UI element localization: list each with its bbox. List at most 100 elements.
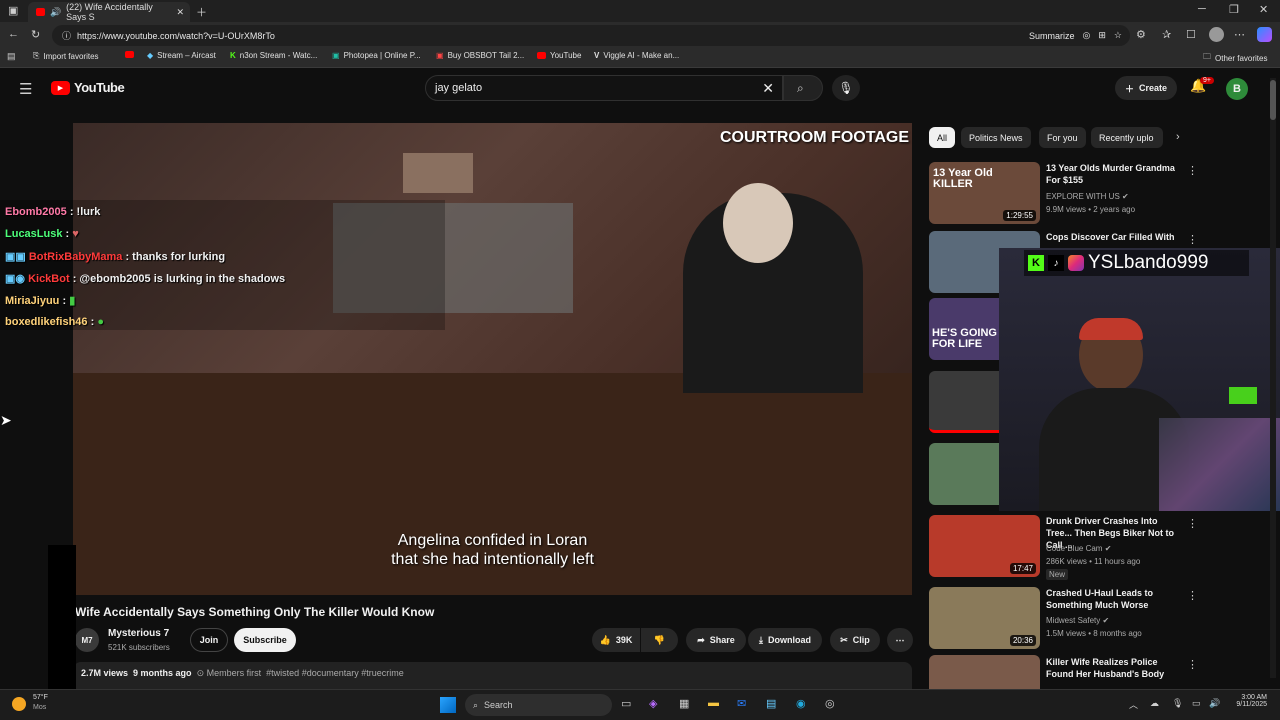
chip-recently-uploaded[interactable]: Recently uplo bbox=[1091, 127, 1163, 148]
share-button[interactable]: ➦ Share bbox=[686, 628, 746, 652]
weather-temp[interactable]: 57°F bbox=[33, 694, 48, 701]
video-description[interactable]: 2.7M views 9 months ago ⊙ Members first … bbox=[73, 662, 912, 689]
scrollbar-thumb[interactable] bbox=[1270, 80, 1276, 120]
photos-icon[interactable]: ▤ bbox=[766, 697, 776, 710]
video-title: Wife Accidentally Says Something Only Th… bbox=[75, 605, 435, 619]
rec-thumbnail[interactable] bbox=[929, 655, 1040, 689]
rec-menu-icon[interactable]: ⋮ bbox=[1187, 658, 1198, 671]
sidebar-toggle-icon[interactable]: ▤ bbox=[7, 51, 16, 62]
back-icon[interactable]: ← bbox=[8, 28, 19, 40]
url-field[interactable]: ⓘ https://www.youtube.com/watch?v=U-OUrX… bbox=[52, 25, 1130, 46]
hamburger-menu-icon[interactable]: ☰ bbox=[19, 80, 32, 98]
rec-title[interactable]: 13 Year Olds Murder Grandma For $155 bbox=[1046, 162, 1184, 186]
favorites-icon[interactable]: ✰ bbox=[1162, 28, 1171, 41]
collections-icon[interactable]: ☐ bbox=[1186, 28, 1196, 41]
maximize-icon[interactable]: ❐ bbox=[1229, 3, 1239, 16]
bookmark-n3on[interactable]: Kn3on Stream - Watc... bbox=[230, 51, 317, 60]
bookmark-photopea[interactable]: ▣ Photopea | Online P... bbox=[332, 51, 421, 60]
apps-icon[interactable]: ⊞ bbox=[1098, 30, 1106, 41]
emote-icon: ● bbox=[97, 316, 104, 328]
obs-icon[interactable]: ◎ bbox=[825, 697, 835, 710]
tray-chevron-icon[interactable]: ︿ bbox=[1129, 698, 1138, 711]
search-button[interactable]: ⌕ bbox=[783, 75, 823, 101]
outlook-icon[interactable]: ✉ bbox=[737, 697, 746, 710]
chips-next-icon[interactable]: › bbox=[1176, 131, 1180, 143]
clip-button[interactable]: ✂ Clip bbox=[830, 628, 880, 652]
clock[interactable]: 3:00 AM 9/11/2025 bbox=[1225, 694, 1267, 708]
copilot-sidebar-icon[interactable] bbox=[1257, 27, 1272, 42]
refresh-icon[interactable]: ↻ bbox=[31, 28, 40, 41]
like-button[interactable]: 👍 39K bbox=[592, 628, 640, 652]
profile-avatar[interactable] bbox=[1209, 27, 1224, 42]
rec-thumbnail[interactable]: 20:36 bbox=[929, 587, 1040, 649]
summarize-button[interactable]: Summarize bbox=[1029, 31, 1075, 41]
subscribe-button[interactable]: Subscribe bbox=[234, 628, 296, 652]
volume-icon[interactable]: 🔊 bbox=[1209, 698, 1220, 709]
task-view-icon[interactable]: ▭ bbox=[621, 697, 631, 710]
rec-title[interactable]: Cops Discover Car Filled With bbox=[1046, 231, 1184, 243]
close-tab-icon[interactable]: ✕ bbox=[176, 7, 184, 18]
rec-meta: 286K views • 11 hours ago bbox=[1046, 557, 1141, 566]
display-icon[interactable]: ▭ bbox=[1192, 698, 1201, 709]
verified-icon: ✔ bbox=[1104, 544, 1112, 553]
dislike-button[interactable]: 👎 bbox=[641, 628, 678, 652]
browser-tab-active[interactable]: 🔊 (22) Wife Accidentally Says S ✕ bbox=[28, 2, 190, 22]
rec-title[interactable]: Crashed U-Haul Leads to Something Much W… bbox=[1046, 587, 1184, 611]
rec-menu-icon[interactable]: ⋮ bbox=[1187, 233, 1198, 246]
close-window-icon[interactable]: ✕ bbox=[1259, 3, 1268, 16]
more-menu-icon[interactable]: ⋯ bbox=[1234, 28, 1245, 41]
copilot-app-icon[interactable]: ◈ bbox=[649, 697, 657, 710]
search-input[interactable]: jay gelato ✕ bbox=[425, 75, 783, 101]
minimize-icon[interactable]: ─ bbox=[1198, 3, 1206, 15]
bookmark-viggle[interactable]: V Viggle AI - Make an... bbox=[594, 51, 679, 60]
chat-message: LucasLusk : ♥ bbox=[5, 228, 79, 240]
more-actions-icon[interactable]: ⋯ bbox=[887, 628, 913, 652]
chip-all[interactable]: All bbox=[929, 127, 956, 148]
video-player[interactable]: COURTROOM FOOTAGE Angelina confided in L… bbox=[73, 123, 912, 595]
clear-search-icon[interactable]: ✕ bbox=[762, 80, 774, 97]
bookmark-import[interactable]: ⎘ Import favorites bbox=[33, 51, 99, 61]
youtube-logo[interactable]: ▶ YouTube bbox=[51, 80, 125, 95]
rec-thumbnail[interactable]: 17:47 bbox=[929, 515, 1040, 577]
bookmark-youtube[interactable]: YouTube bbox=[537, 51, 581, 60]
edge-icon[interactable]: ◉ bbox=[796, 697, 806, 710]
new-tab-icon[interactable]: ＋ bbox=[196, 4, 207, 20]
taskbar-search[interactable]: ⌕ Search bbox=[465, 694, 612, 716]
mic-icon[interactable]: 🎙 bbox=[1172, 698, 1183, 709]
viggle-icon: V bbox=[594, 51, 600, 60]
rec-channel: Code Blue Cam ✔ bbox=[1046, 544, 1112, 553]
channel-avatar[interactable]: M7 bbox=[75, 628, 99, 652]
copilot-icon[interactable]: ◎ bbox=[1083, 30, 1091, 41]
account-avatar[interactable]: B bbox=[1226, 78, 1248, 100]
rec-menu-icon[interactable]: ⋮ bbox=[1187, 517, 1198, 530]
extensions-icon[interactable]: ⚙ bbox=[1136, 28, 1146, 41]
mouse-cursor-icon: ➤ bbox=[0, 412, 12, 428]
store-icon[interactable]: ▦ bbox=[679, 697, 689, 710]
chip-for-you[interactable]: For you bbox=[1039, 127, 1086, 148]
weather-icon[interactable] bbox=[12, 697, 26, 711]
file-explorer-icon[interactable]: ▬ bbox=[708, 697, 719, 709]
windows-start-icon[interactable] bbox=[440, 697, 456, 713]
bookmark-youtube-red[interactable] bbox=[125, 51, 134, 58]
rec-title[interactable]: Killer Wife Realizes Police Found Her Hu… bbox=[1046, 656, 1184, 680]
tab-actions-icon[interactable]: ▣ bbox=[8, 4, 18, 17]
plus-icon: ＋ bbox=[1124, 83, 1134, 94]
bookmark-other-favorites[interactable]: 🗀 Other favorites bbox=[1203, 51, 1267, 65]
voice-search-icon[interactable]: 🎙 bbox=[832, 75, 860, 101]
channel-name[interactable]: Mysterious 7 bbox=[108, 628, 169, 639]
rec-menu-icon[interactable]: ⋮ bbox=[1187, 164, 1198, 177]
onedrive-icon[interactable]: ☁ bbox=[1150, 698, 1159, 709]
rec-thumbnail[interactable]: 13 Year Old KILLER 1:29:55 bbox=[929, 162, 1040, 224]
thumbs-down-icon: 👎 bbox=[653, 634, 666, 645]
bookmark-aircast[interactable]: ◆ Stream – Aircast bbox=[147, 51, 216, 60]
join-button[interactable]: Join bbox=[190, 628, 228, 652]
tiktok-icon: ♪ bbox=[1048, 255, 1064, 271]
download-button[interactable]: ⤓ Download bbox=[748, 628, 822, 652]
bookmark-obsbot[interactable]: ▣ Buy OBSBOT Tail 2... bbox=[436, 51, 524, 60]
create-button[interactable]: ＋ Create bbox=[1115, 76, 1177, 100]
rec-channel: EXPLORE WITH US ✔ bbox=[1046, 192, 1129, 201]
favorite-star-icon[interactable]: ☆ bbox=[1114, 30, 1122, 41]
chip-politics-news[interactable]: Politics News bbox=[961, 127, 1031, 148]
page-scrollbar[interactable] bbox=[1270, 78, 1276, 678]
rec-menu-icon[interactable]: ⋮ bbox=[1187, 589, 1198, 602]
